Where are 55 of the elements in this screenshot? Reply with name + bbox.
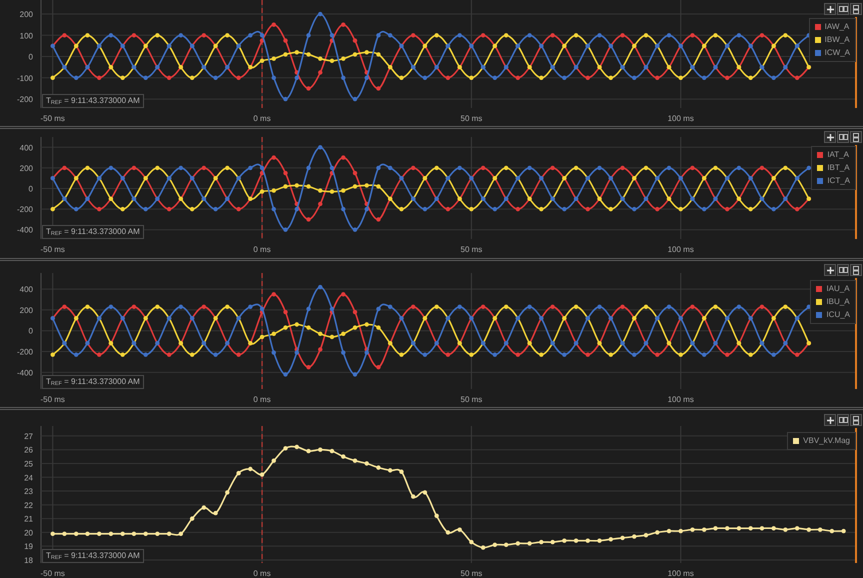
axis-tick-label: 200 [20, 10, 33, 20]
axis-tick-label: 0 ms [253, 245, 271, 254]
axis-tick-label: 25 [24, 460, 33, 468]
axis-tick-label: -400 [16, 368, 33, 378]
axis-tick-label: 100 ms [668, 245, 694, 254]
axis-tick-label: 50 ms [460, 395, 482, 404]
axis-tick-label: 22 [24, 500, 33, 510]
axis-tick-label: 100 ms [668, 569, 694, 578]
axis-tick-label: -400 [16, 226, 33, 235]
axis-tick-label: 20 [24, 528, 33, 538]
axis-tick-label: 0 [28, 52, 33, 62]
axis-tick-label: -50 ms [40, 569, 65, 578]
axis-tick-label: 400 [20, 285, 33, 294]
legend-label: IAW_A [824, 22, 850, 32]
axis-tick-label: -100 [16, 74, 33, 83]
axis-tick-label: -200 [16, 205, 33, 214]
legend-label: VBV_kV.Mag [803, 436, 850, 446]
axis-tick-label: 27 [24, 432, 33, 441]
axis-tick-label: 21 [24, 514, 33, 524]
reference-time-label: T$_{REF}$ = 9:11:43.373000 AM [42, 375, 144, 389]
axis-tick-label: 0 ms [253, 569, 271, 578]
legend-label: ICW_A [824, 48, 850, 58]
axis-tick-label: -50 ms [40, 395, 65, 404]
legend-label: IBU_A [826, 297, 850, 307]
reference-time-label: T$_{REF}$ = 9:11:43.373000 AM [42, 549, 144, 563]
axis-tick-label: 0 ms [253, 114, 271, 123]
axis-tick-label: 50 ms [460, 569, 482, 578]
legend-label: ICT_A [827, 176, 850, 186]
reference-time-label: T$_{REF}$ = 9:11:43.373000 AM [42, 225, 144, 239]
legend-label: IAT_A [827, 150, 849, 160]
axis-tick-label: 100 ms [668, 114, 694, 123]
axis-tick-label: 400 [20, 143, 33, 152]
axis-tick-label: 18 [24, 556, 33, 565]
legend-label: IBW_A [824, 35, 850, 45]
axis-tick-label: -50 ms [40, 245, 65, 254]
axis-tick-label: 200 [20, 164, 33, 173]
reference-time-label: T$_{REF}$ = 9:11:43.373000 AM [42, 94, 144, 108]
axis-tick-label: 0 [28, 184, 33, 194]
axis-tick-label: 19 [24, 542, 33, 552]
axis-tick-label: 50 ms [460, 245, 482, 254]
axis-tick-label: 0 [28, 326, 33, 336]
axis-tick-label: -200 [16, 348, 33, 357]
legend-label: IAU_A [826, 284, 850, 294]
axis-tick-label: -50 ms [40, 114, 65, 123]
legend-label: IBT_A [827, 163, 850, 173]
axis-tick-label: 50 ms [460, 114, 482, 123]
axis-tick-label: -200 [16, 95, 33, 104]
axis-tick-label: 200 [20, 306, 33, 315]
axis-tick-label: 0 ms [253, 395, 271, 404]
legend-label: ICU_A [826, 310, 850, 320]
axis-tick-label: 26 [24, 446, 33, 455]
axis-tick-label: 24 [24, 473, 33, 482]
axis-tick-label: 100 ms [668, 395, 694, 404]
axis-tick-label: 23 [24, 487, 33, 496]
axis-tick-label: 100 [20, 31, 33, 40]
